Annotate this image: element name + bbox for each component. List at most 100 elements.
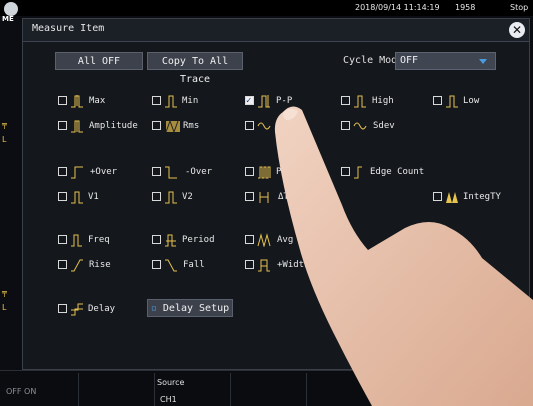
freq-waveform-icon	[71, 234, 82, 247]
setup-icon: ▫	[150, 303, 157, 314]
trace-marker-icon: L	[2, 303, 7, 312]
avg-freq-checkbox[interactable]	[245, 235, 254, 244]
acquisition-count: 1958	[455, 3, 476, 12]
peak-to-peak-waveform-icon	[258, 95, 270, 108]
v1-waveform-icon	[71, 191, 83, 204]
measure-item-v1[interactable]: V1	[58, 189, 138, 205]
close-button[interactable]: ✕	[509, 22, 525, 38]
rise-checkbox[interactable]	[58, 260, 67, 269]
measure-item-plus-width[interactable]: +Width	[245, 257, 325, 273]
measure-item-sdev[interactable]: Sdev	[341, 118, 421, 134]
delta-t-checkbox[interactable]	[245, 192, 254, 201]
v2-checkbox[interactable]	[152, 192, 161, 201]
plus-width-checkbox[interactable]	[245, 260, 254, 269]
rms-waveform-icon	[165, 119, 180, 133]
copy-to-all-trace-button[interactable]: Copy To All Trace	[147, 52, 243, 85]
v1-checkbox[interactable]	[58, 192, 67, 201]
measure-item-dialog: Measure Item ✕ All OFF Copy To All Trace…	[22, 18, 530, 370]
p-p-checkbox[interactable]	[245, 93, 254, 109]
fall-checkbox[interactable]	[152, 260, 161, 269]
measure-item-delay[interactable]: Delay	[58, 301, 138, 317]
rms-checkbox[interactable]	[152, 121, 161, 130]
amplitude-checkbox[interactable]	[58, 121, 67, 130]
run-state: Stop	[510, 3, 529, 12]
max-checkbox[interactable]	[58, 96, 67, 105]
sdev-checkbox[interactable]	[341, 121, 350, 130]
off-on-toggle[interactable]: OFF ON	[6, 387, 36, 396]
plus-over-waveform-icon	[71, 166, 83, 179]
trace-marker-icon: ╤	[2, 120, 7, 129]
low-waveform-icon	[446, 95, 458, 108]
measure-item-mean[interactable]	[245, 118, 325, 134]
measure-item-fall[interactable]: Fall	[152, 257, 232, 273]
chevron-down-icon	[479, 59, 487, 64]
rise-waveform-icon	[71, 259, 83, 272]
edge-count-waveform-icon	[354, 166, 362, 179]
edge-count-checkbox[interactable]	[341, 167, 350, 176]
v2-waveform-icon	[165, 191, 177, 204]
mean-checkbox[interactable]	[245, 121, 254, 130]
measure-item-max[interactable]: Max	[58, 93, 138, 109]
min-checkbox[interactable]	[152, 96, 161, 105]
measure-item-edge-count[interactable]: Edge Count	[341, 164, 441, 180]
freq-checkbox[interactable]	[58, 235, 67, 244]
measure-item-p-p[interactable]: P-P	[245, 93, 325, 109]
menu-logo-icon[interactable]	[4, 2, 18, 16]
all-off-button[interactable]: All OFF	[55, 52, 143, 70]
measure-item-period[interactable]: Period	[152, 232, 232, 248]
plus-over-checkbox[interactable]	[58, 167, 67, 176]
period-waveform-icon	[165, 234, 176, 247]
period-checkbox[interactable]	[152, 235, 161, 244]
trace-marker-icon: L	[2, 135, 7, 144]
min-waveform-icon	[165, 95, 177, 108]
close-icon: ✕	[511, 23, 523, 37]
integ-ty-checkbox[interactable]	[433, 192, 442, 201]
softkey-bar: OFF ON Source CH1	[0, 370, 533, 406]
softkey-4[interactable]	[306, 373, 383, 406]
cycle-mode-value: OFF	[400, 55, 419, 66]
measure-item-freq[interactable]: Freq	[58, 232, 138, 248]
measure-item-v2[interactable]: V2	[152, 189, 232, 205]
measure-item-rms[interactable]: Rms	[152, 118, 232, 134]
measure-item-avg-freq[interactable]: Avg Freq	[245, 232, 335, 248]
measure-item-amplitude[interactable]: Amplitude	[58, 118, 148, 134]
trace-marker-icon: ╤	[2, 288, 7, 297]
measure-item-integ-ty[interactable]: IntegTY	[433, 189, 513, 205]
status-bar: ME 2018/09/14 11:14:19 1958 Stop	[0, 0, 533, 23]
softkey-5[interactable]	[382, 373, 459, 406]
source-label: Source	[157, 378, 185, 387]
delay-waveform-icon	[71, 303, 83, 316]
source-value: CH1	[160, 395, 177, 404]
measure-item-plus-over[interactable]: +Over	[58, 164, 138, 180]
fall-waveform-icon	[165, 259, 177, 272]
minus-over-checkbox[interactable]	[152, 167, 161, 176]
high-checkbox[interactable]	[341, 96, 350, 105]
low-checkbox[interactable]	[433, 96, 442, 105]
measure-item-low[interactable]: Low	[433, 93, 513, 109]
measure-item-high[interactable]: High	[341, 93, 421, 109]
measure-item-minus-over[interactable]: -Over	[152, 164, 232, 180]
trace-markers: ╤ L ╤ L	[0, 20, 20, 370]
measure-item-min[interactable]: Min	[152, 93, 232, 109]
dialog-title: Measure Item	[32, 23, 105, 34]
softkey-3[interactable]	[230, 373, 307, 406]
pulse-count-checkbox[interactable]	[245, 167, 254, 176]
delay-setup-button[interactable]: ▫ Delay Setup	[147, 299, 233, 317]
amplitude-waveform-icon	[71, 120, 83, 133]
pulse-count-waveform-icon	[258, 166, 271, 179]
delta-t-waveform-icon	[259, 192, 269, 203]
integ-ty-waveform-icon	[446, 192, 458, 203]
avg-freq-waveform-icon	[257, 233, 271, 247]
datetime-readout: 2018/09/14 11:14:19	[355, 3, 440, 12]
max-waveform-icon	[71, 95, 83, 108]
plus-width-waveform-icon	[258, 259, 270, 272]
measure-item-rise[interactable]: Rise	[58, 257, 138, 273]
softkey-1[interactable]	[78, 373, 155, 406]
delay-checkbox[interactable]	[58, 304, 67, 313]
mean-waveform-icon	[257, 122, 271, 130]
measure-item-delta-t[interactable]: ΔT	[245, 189, 325, 205]
sdev-waveform-icon	[353, 122, 367, 130]
oscilloscope-screen: ME 2018/09/14 11:14:19 1958 Stop ╤ L ╤ L…	[0, 0, 533, 406]
measure-item-pulse-count[interactable]: Pulse Co	[245, 164, 325, 180]
cycle-mode-select[interactable]: OFF	[395, 52, 496, 70]
